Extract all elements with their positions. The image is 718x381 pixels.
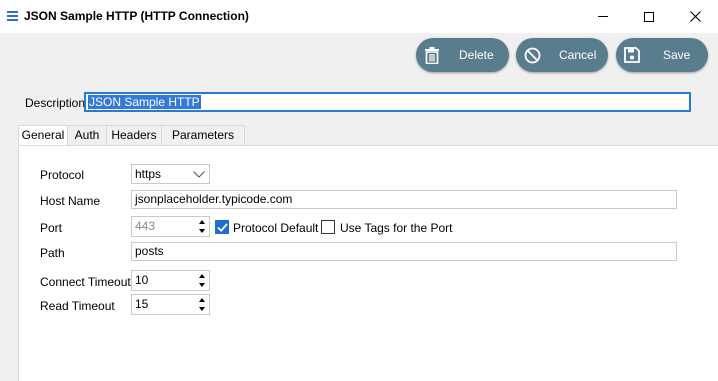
connect-timeout-spinner[interactable]: 10 xyxy=(131,270,210,291)
toolbar: Delete Cancel Save xyxy=(0,33,718,80)
minimize-icon xyxy=(598,16,608,17)
port-value: 443 xyxy=(135,219,156,233)
maximize-button[interactable] xyxy=(626,0,672,33)
protocol-default-checkbox[interactable] xyxy=(215,220,229,234)
description-value: JSON Sample HTTP xyxy=(88,95,201,109)
save-label: Save xyxy=(663,48,691,62)
description-label: Description xyxy=(25,96,86,110)
host-name-label: Host Name xyxy=(40,194,101,208)
chevron-down-icon xyxy=(193,171,205,178)
use-tags-label: Use Tags for the Port xyxy=(340,221,453,235)
host-name-input[interactable]: jsonplaceholder.typicode.com xyxy=(131,190,677,209)
path-label: Path xyxy=(40,246,65,260)
general-panel xyxy=(18,145,718,381)
protocol-select[interactable]: https xyxy=(131,164,210,184)
cancel-button[interactable]: Cancel xyxy=(516,38,608,72)
tab-parameters[interactable]: Parameters xyxy=(162,125,245,145)
save-button[interactable]: Save xyxy=(616,38,708,72)
spinner-arrows-icon[interactable] xyxy=(199,274,206,287)
cancel-label: Cancel xyxy=(559,48,597,62)
protocol-default-label: Protocol Default xyxy=(233,221,319,235)
read-timeout-spinner[interactable]: 15 xyxy=(131,294,210,315)
title-bar: JSON Sample HTTP (HTTP Connection) xyxy=(0,0,718,33)
minimize-button[interactable] xyxy=(580,0,626,33)
trash-icon xyxy=(425,47,439,64)
list-icon xyxy=(7,11,18,21)
delete-label: Delete xyxy=(459,48,494,62)
cancel-icon xyxy=(524,47,541,64)
tab-auth[interactable]: Auth xyxy=(68,125,107,145)
protocol-label: Protocol xyxy=(40,168,85,182)
delete-button[interactable]: Delete xyxy=(416,38,509,72)
protocol-value: https xyxy=(135,167,162,181)
close-button[interactable] xyxy=(672,0,718,33)
maximize-icon xyxy=(644,11,654,22)
description-input[interactable]: JSON Sample HTTP xyxy=(84,92,691,112)
connect-timeout-label: Connect Timeout xyxy=(40,275,131,289)
read-timeout-label: Read Timeout xyxy=(40,299,115,313)
port-label: Port xyxy=(40,221,63,235)
tab-headers[interactable]: Headers xyxy=(107,125,162,145)
checkmark-icon xyxy=(217,223,228,233)
connect-timeout-value: 10 xyxy=(135,273,149,287)
save-icon xyxy=(624,47,640,63)
close-icon xyxy=(689,11,701,22)
spinner-arrows-icon[interactable] xyxy=(199,220,206,233)
spinner-arrows-icon[interactable] xyxy=(199,298,206,311)
read-timeout-value: 15 xyxy=(135,297,149,311)
use-tags-checkbox[interactable] xyxy=(321,220,335,234)
window-title: JSON Sample HTTP (HTTP Connection) xyxy=(24,9,249,23)
path-input[interactable]: posts xyxy=(131,242,677,261)
tab-general[interactable]: General xyxy=(18,125,68,146)
port-spinner[interactable]: 443 xyxy=(131,216,210,237)
